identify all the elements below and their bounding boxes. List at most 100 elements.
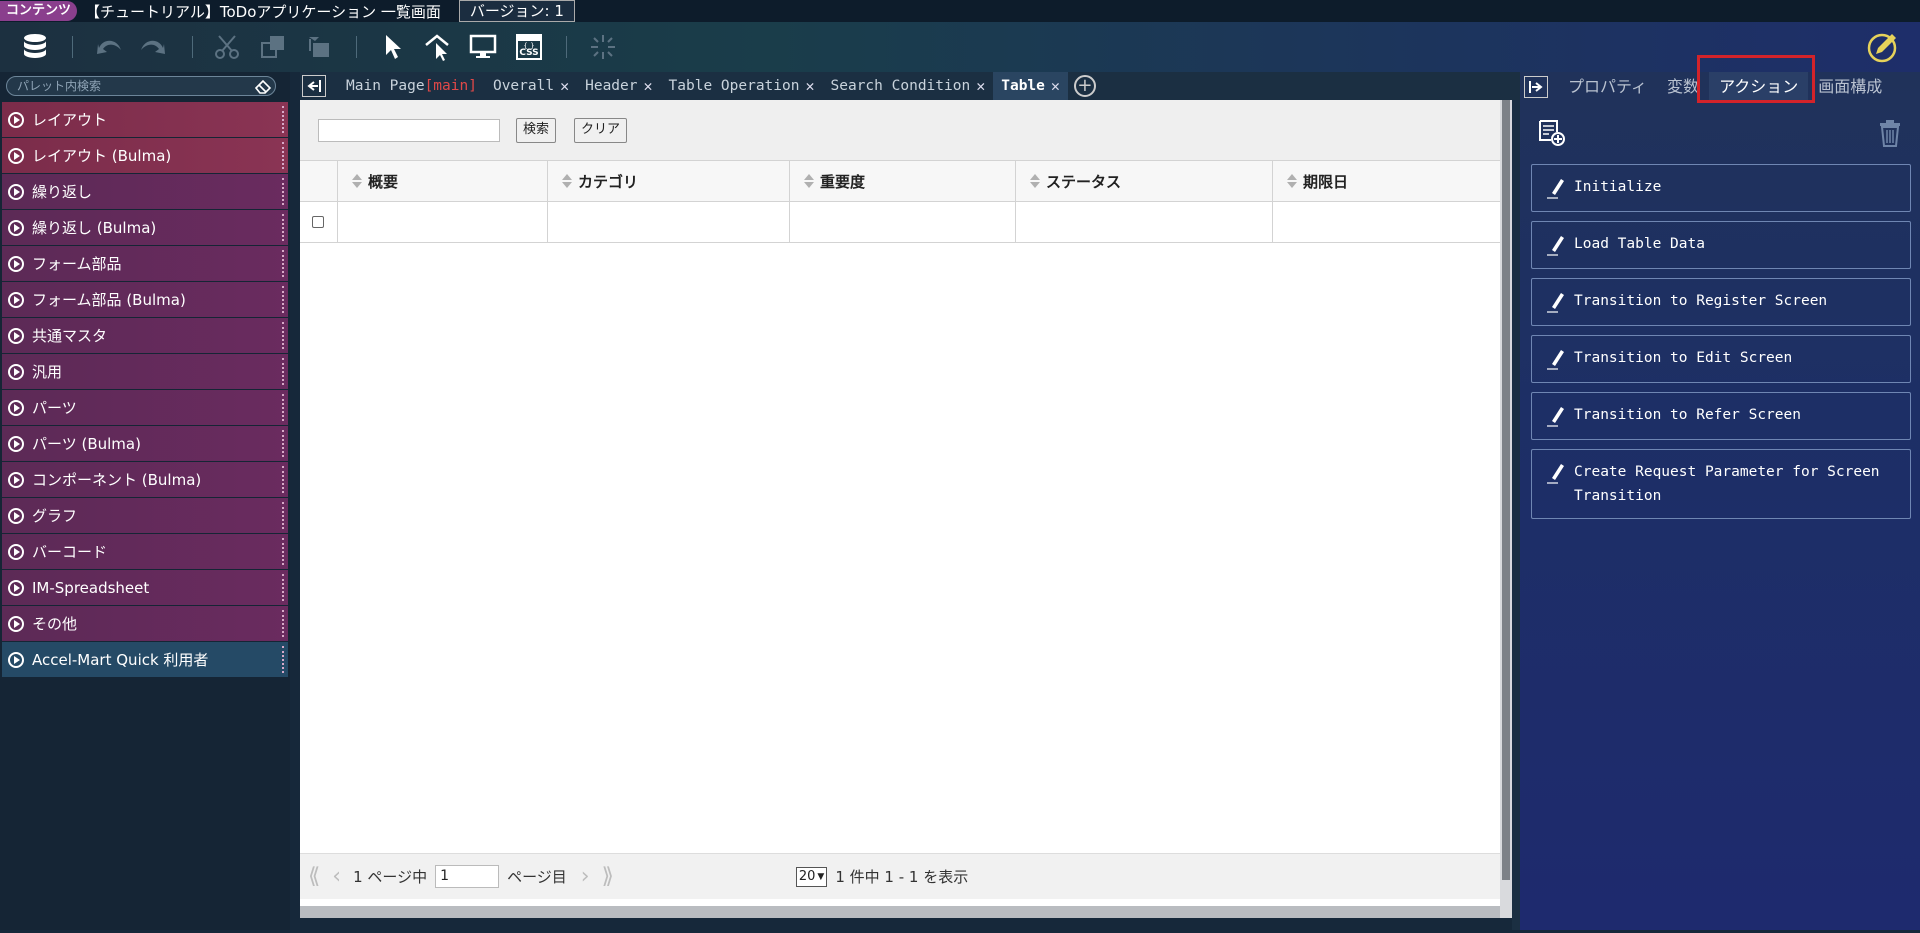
drag-handle[interactable] [282, 142, 284, 169]
drag-handle[interactable] [282, 250, 284, 277]
action-item[interactable]: Transition to Refer Screen [1531, 392, 1911, 440]
column-header-summary[interactable]: 概要 [338, 161, 548, 201]
play-circle-icon [8, 183, 24, 200]
sort-icon[interactable] [352, 174, 362, 188]
css-icon[interactable]: CSS{ } [512, 30, 546, 64]
palette-item[interactable]: 繰り返し [2, 174, 288, 209]
action-item[interactable]: Load Table Data [1531, 221, 1911, 269]
action-item[interactable]: Create Request Parameter for Screen Tran… [1531, 449, 1911, 519]
palette-item[interactable]: IM-Spreadsheet [2, 570, 288, 605]
add-action-icon[interactable] [1537, 118, 1567, 148]
collapse-left-panel-icon[interactable] [302, 75, 326, 97]
drag-handle[interactable] [282, 106, 284, 133]
palette-item[interactable]: レイアウト [2, 102, 288, 137]
add-tab-icon[interactable]: + [1073, 75, 1096, 97]
palette-item[interactable]: パーツ [2, 390, 288, 425]
version-indicator[interactable]: バージョン: 1 [458, 0, 575, 22]
drag-handle[interactable] [282, 466, 284, 493]
editor-tab-bar: Main Page [main] Overall ✕ Header ✕ Table O… [300, 72, 1515, 100]
palette-item[interactable]: コンポーネント (Bulma) [2, 462, 288, 497]
palette-item[interactable]: フォーム部品 (Bulma) [2, 282, 288, 317]
palette-item[interactable]: フォーム部品 [2, 246, 288, 281]
action-item[interactable]: Transition to Register Screen [1531, 278, 1911, 326]
tab-table[interactable]: Table ✕ [993, 72, 1068, 100]
paste-icon[interactable] [302, 30, 336, 64]
palette-search-input[interactable]: パレット内検索 [6, 76, 276, 96]
page-number-input[interactable]: 1 [435, 865, 500, 888]
drag-handle[interactable] [282, 214, 284, 241]
drag-handle[interactable] [282, 610, 284, 637]
action-item[interactable]: Initialize [1531, 164, 1911, 212]
contents-badge[interactable]: コンテンツ [0, 1, 78, 21]
first-page-icon[interactable]: ⟪ [308, 864, 320, 889]
horizontal-scrollbar[interactable] [300, 906, 1500, 918]
drag-handle[interactable] [282, 538, 284, 565]
drag-handle[interactable] [282, 358, 284, 385]
drag-handle[interactable] [282, 646, 284, 673]
palette-item[interactable]: 共通マスタ [2, 318, 288, 353]
preview-monitor-icon[interactable] [466, 30, 500, 64]
search-button[interactable]: 検索 [516, 118, 557, 143]
drag-handle[interactable] [282, 502, 284, 529]
play-circle-icon [8, 111, 24, 128]
tab-search-condition[interactable]: Search Condition ✕ [823, 72, 994, 100]
tab-screen-structure[interactable]: 画面構成 [1808, 72, 1892, 102]
panel-splitter[interactable] [1512, 72, 1520, 930]
close-icon[interactable]: ✕ [1051, 72, 1060, 100]
cut-icon[interactable] [210, 30, 244, 64]
palette-item[interactable]: レイアウト (Bulma) [2, 138, 288, 173]
palette-item[interactable]: 繰り返し (Bulma) [2, 210, 288, 245]
close-icon[interactable]: ✕ [805, 72, 814, 100]
pointer-icon[interactable] [376, 30, 410, 64]
last-page-icon[interactable]: ⟫ [602, 864, 614, 889]
next-page-icon[interactable]: › [581, 864, 590, 889]
edit-mode-icon[interactable] [1866, 30, 1900, 64]
row-checkbox[interactable] [312, 216, 324, 228]
tab-header[interactable]: Header ✕ [577, 72, 660, 100]
tab-main-page[interactable]: Main Page [main] [338, 72, 485, 100]
search-input[interactable] [318, 119, 500, 142]
palette-item[interactable]: 汎用 [2, 354, 288, 389]
drag-handle[interactable] [282, 286, 284, 313]
sort-icon[interactable] [562, 174, 572, 188]
select-area-icon[interactable] [420, 30, 454, 64]
trash-icon[interactable] [1878, 118, 1902, 148]
palette-item-label: 繰り返し [32, 183, 93, 201]
palette-item[interactable]: Accel-Mart Quick 利用者 [2, 642, 288, 677]
close-icon[interactable]: ✕ [644, 72, 653, 100]
drag-handle[interactable] [282, 322, 284, 349]
sort-icon[interactable] [804, 174, 814, 188]
clear-button[interactable]: クリア [574, 118, 628, 143]
page-size-select[interactable]: 20 ▼ [795, 866, 828, 887]
eraser-icon[interactable] [254, 78, 272, 98]
sort-icon[interactable] [1287, 174, 1297, 188]
column-header-category[interactable]: カテゴリ [548, 161, 790, 201]
drag-handle[interactable] [282, 178, 284, 205]
drag-handle[interactable] [282, 430, 284, 457]
prev-page-icon[interactable]: ‹ [332, 864, 341, 889]
database-icon[interactable] [18, 30, 52, 64]
tab-table-operation[interactable]: Table Operation ✕ [661, 72, 823, 100]
column-header-status[interactable]: ステータス [1016, 161, 1273, 201]
collapse-right-panel-icon[interactable] [1524, 76, 1548, 98]
vertical-scrollbar[interactable] [1500, 100, 1512, 918]
redo-icon[interactable] [136, 30, 170, 64]
palette-item[interactable]: グラフ [2, 498, 288, 533]
tab-properties[interactable]: プロパティ [1558, 72, 1657, 102]
column-header-due-date[interactable]: 期限日 [1273, 161, 1500, 201]
close-icon[interactable]: ✕ [976, 72, 985, 100]
palette-item[interactable]: パーツ (Bulma) [2, 426, 288, 461]
drag-handle[interactable] [282, 394, 284, 421]
action-item[interactable]: Transition to Edit Screen [1531, 335, 1911, 383]
close-icon[interactable]: ✕ [560, 72, 569, 100]
drag-handle[interactable] [282, 574, 284, 601]
palette-item[interactable]: その他 [2, 606, 288, 641]
scrollbar-thumb[interactable] [1502, 100, 1510, 880]
sort-icon[interactable] [1030, 174, 1040, 188]
copy-icon[interactable] [256, 30, 290, 64]
column-header-importance[interactable]: 重要度 [790, 161, 1016, 201]
tab-label: Table [1001, 78, 1045, 94]
palette-item[interactable]: バーコード [2, 534, 288, 569]
undo-icon[interactable] [92, 30, 126, 64]
tab-overall[interactable]: Overall ✕ [485, 72, 577, 100]
